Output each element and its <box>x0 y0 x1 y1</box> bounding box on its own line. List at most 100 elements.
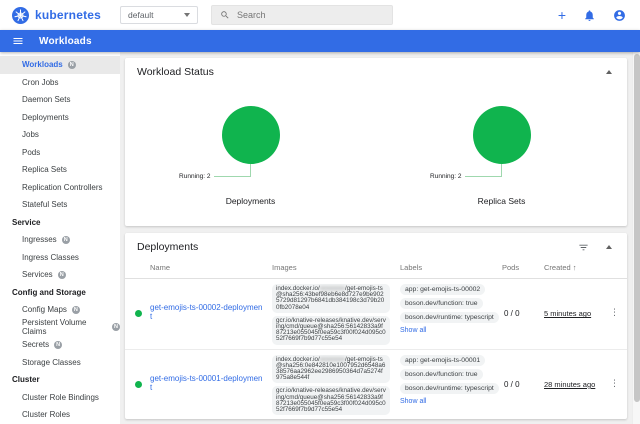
sidebar-item-workloads[interactable]: WorkloadsN <box>0 56 120 74</box>
sidebar-item-cluster-roles[interactable]: Cluster Roles <box>0 406 120 424</box>
create-resource-button[interactable]: + <box>558 8 566 22</box>
namespaced-badge-icon: N <box>68 61 76 69</box>
sort-ascending-icon: ↑ <box>573 263 577 272</box>
column-name[interactable]: Name <box>146 259 264 278</box>
status-cell <box>130 377 146 392</box>
menu-cell: ⋮ <box>600 305 619 322</box>
collapse-card-button[interactable] <box>606 245 612 249</box>
legend-connector-line <box>465 164 502 177</box>
pie-chart-running <box>222 106 280 164</box>
image-chip: gcr.io/knative-releases/knative.dev/serv… <box>272 316 390 345</box>
sidebar-item-ingresses[interactable]: IngressesN <box>0 231 120 249</box>
sidebar-item-label: Cluster Roles <box>22 410 70 419</box>
collapse-card-button[interactable] <box>606 70 612 74</box>
sidebar-item-cluster-role-bindings[interactable]: Cluster Role Bindings <box>0 389 120 407</box>
sidebar-item-storage-classes[interactable]: Storage Classes <box>0 354 120 372</box>
status-running-icon <box>135 381 142 388</box>
sidebar-item-replica-sets[interactable]: Replica Sets <box>0 161 120 179</box>
logo-wordmark: kubernetes <box>35 8 101 22</box>
namespaced-badge-icon: N <box>62 236 70 244</box>
user-icon <box>613 9 626 22</box>
sidebar-item-cron-jobs[interactable]: Cron Jobs <box>0 74 120 92</box>
workload-status-title: Workload Status <box>137 66 214 78</box>
namespaced-badge-icon: N <box>72 306 80 314</box>
image-chip: index.docker.io/xxxxxxxx/get-emojis-ts@s… <box>272 284 390 313</box>
kubernetes-logo: kubernetes <box>12 7 118 24</box>
show-all-link[interactable]: Show all <box>400 398 426 405</box>
sidebar-item-stateful-sets[interactable]: Stateful Sets <box>0 196 120 214</box>
sidebar-item-services[interactable]: Services N <box>0 266 120 284</box>
column-created[interactable]: Created ↑ <box>536 259 600 278</box>
column-images[interactable]: Images <box>264 259 392 278</box>
sidebar-section-title-config-and-storage: Config and Storage <box>0 284 120 302</box>
redacted-text: xxxxxxxx <box>320 356 345 363</box>
sidebar-item-daemon-sets[interactable]: Daemon Sets <box>0 91 120 109</box>
sidebar-item-pods[interactable]: Pods <box>0 144 120 162</box>
labels-cell: app: get-emojis-ts-00002boson.dev/functi… <box>392 279 502 338</box>
name-cell: get-emojis-ts-00001-deployment <box>146 370 264 399</box>
namespaced-badge-icon: N <box>54 341 62 349</box>
sidebar-item-deployments[interactable]: Deployments <box>0 109 120 127</box>
main-content: Workload Status Running: 2DeploymentsRun… <box>120 52 632 424</box>
created-cell: 28 minutes ago <box>536 376 600 393</box>
sidebar-item-label: Cluster Role Bindings <box>22 393 99 402</box>
deployment-name-link[interactable]: get-emojis-ts-00002-deployment <box>146 303 264 321</box>
sidebar-item-label: Ingress Classes <box>22 253 79 262</box>
header-actions: + <box>558 8 626 22</box>
sidebar-item-secrets[interactable]: Secrets N <box>0 336 120 354</box>
sidebar-item-label: Deployments <box>22 113 69 122</box>
row-menu-button[interactable]: ⋮ <box>610 380 619 389</box>
search-bar[interactable] <box>211 5 393 25</box>
sidebar-item-label: Stateful Sets <box>22 200 67 209</box>
created-cell: 5 minutes ago <box>536 305 600 322</box>
show-all-link[interactable]: Show all <box>400 327 426 334</box>
hamburger-icon <box>12 35 24 47</box>
plus-icon: + <box>558 8 566 22</box>
sidebar-item-persistent-volume-claims[interactable]: Persistent Volume Claims N <box>0 319 120 337</box>
sidebar-item-label: Services <box>22 270 53 279</box>
workload-chart-deployments: Running: 2Deployments <box>125 84 376 216</box>
namespaced-badge-icon: N <box>112 323 120 331</box>
sidebar-item-label: Cron Jobs <box>22 78 58 87</box>
sidebar-item-label: Secrets <box>22 340 49 349</box>
table-header-row: Name Images Labels Pods Created ↑ <box>125 259 627 279</box>
sidebar-item-config-maps[interactable]: Config MapsN <box>0 301 120 319</box>
app-bar: Workloads <box>0 30 640 52</box>
bell-icon <box>583 9 596 22</box>
namespaced-badge-icon: N <box>58 271 66 279</box>
deployment-name-link[interactable]: get-emojis-ts-00001-deployment <box>146 374 264 392</box>
notifications-button[interactable] <box>583 9 596 22</box>
chart-legend: Running: 2 <box>430 173 461 180</box>
deployments-title: Deployments <box>137 241 198 253</box>
chevron-up-icon <box>606 70 612 74</box>
search-icon <box>220 10 230 20</box>
namespace-selector[interactable]: default <box>120 6 198 24</box>
label-chip: boson.dev/runtime: typescript <box>400 312 499 323</box>
created-value: 28 minutes ago <box>544 380 595 389</box>
column-status <box>130 259 146 278</box>
filter-button[interactable] <box>578 242 589 253</box>
sidebar-item-ingress-classes[interactable]: Ingress Classes <box>0 249 120 267</box>
sidebar-item-jobs[interactable]: Jobs <box>0 126 120 144</box>
hamburger-menu-button[interactable] <box>12 35 24 47</box>
status-cell <box>130 306 146 321</box>
pods-cell: 0 / 0 <box>502 376 536 393</box>
sidebar-item-label: Replica Sets <box>22 165 67 174</box>
status-running-icon <box>135 310 142 317</box>
legend-connector-line <box>214 164 251 177</box>
scrollbar-thumb[interactable] <box>634 54 640 402</box>
chart-legend: Running: 2 <box>179 173 210 180</box>
column-pods[interactable]: Pods <box>502 259 536 278</box>
sidebar-section-title-service: Service <box>0 214 120 232</box>
sidebar-item-label: Replication Controllers <box>22 183 102 192</box>
row-menu-button[interactable]: ⋮ <box>610 309 619 318</box>
scrollbar[interactable] <box>632 52 640 424</box>
column-labels[interactable]: Labels <box>392 259 502 278</box>
page-title: Workloads <box>39 36 92 47</box>
sidebar-item-label: Persistent Volume Claims <box>22 318 107 336</box>
menu-cell: ⋮ <box>600 376 619 393</box>
sidebar-item-replication-controllers[interactable]: Replication Controllers <box>0 179 120 197</box>
chevron-down-icon <box>184 13 190 17</box>
user-account-button[interactable] <box>613 9 626 22</box>
search-input[interactable] <box>237 10 384 20</box>
